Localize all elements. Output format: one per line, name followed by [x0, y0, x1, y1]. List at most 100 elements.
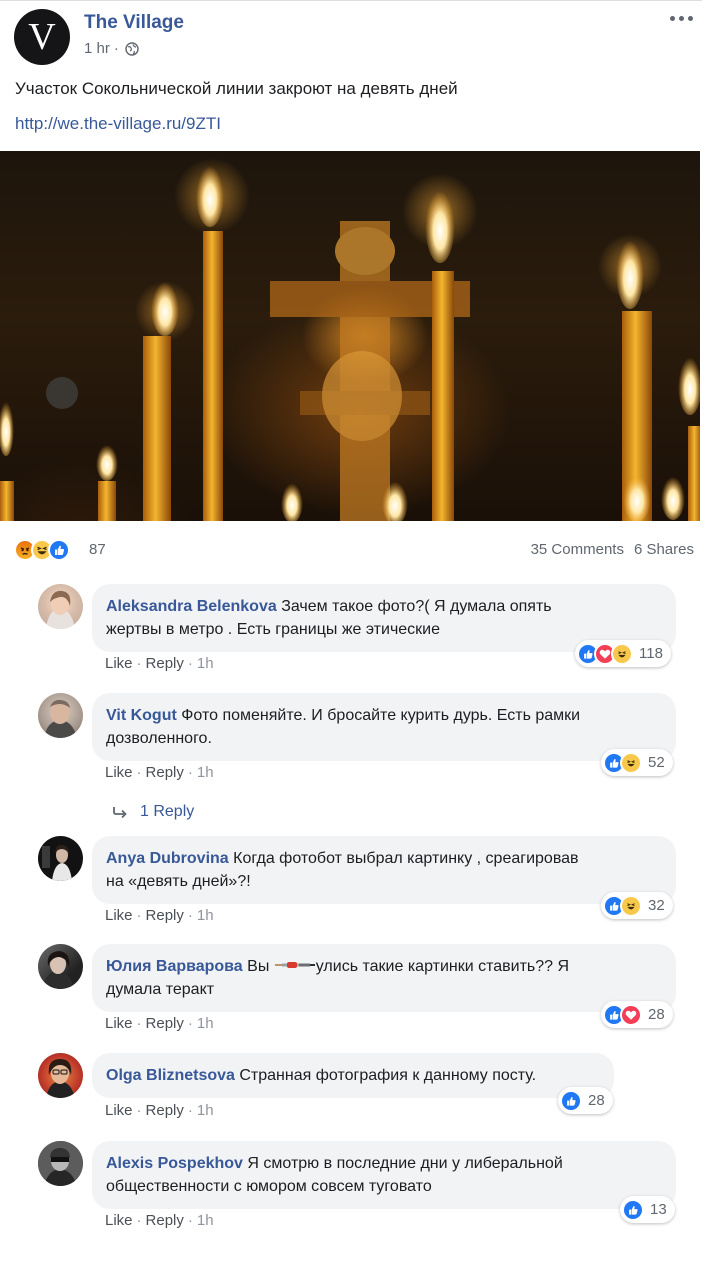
haha-icon	[611, 642, 633, 665]
separator: ·	[187, 1212, 193, 1229]
comment-actions: Like · Reply · 1h	[105, 1015, 214, 1032]
like-icon	[560, 1089, 582, 1112]
replies-count[interactable]: 1 Reply	[140, 803, 194, 821]
comment-author[interactable]: Юлия Варварова	[106, 958, 243, 975]
comment-text: Я смотрю в последние дни у либеральной	[247, 1155, 563, 1172]
avatar-letter: V	[28, 16, 56, 58]
reaction-icons[interactable]	[14, 539, 70, 561]
reactions-summary: 87 35 Comments 6 Shares	[14, 537, 694, 563]
engagement-counts: 35 Comments 6 Shares	[531, 541, 694, 558]
reply-link[interactable]: Reply	[146, 764, 184, 781]
avatar[interactable]	[38, 944, 83, 989]
comment-reactions[interactable]: 28	[601, 1001, 673, 1028]
shares-count[interactable]: 6 Shares	[634, 541, 694, 558]
comment-text: Вы	[247, 958, 270, 975]
separator: ·	[187, 764, 193, 781]
reaction-count: 28	[648, 1006, 665, 1023]
avatar[interactable]	[38, 584, 83, 629]
comment: Alexis Pospekhov Я смотрю в последние дн…	[38, 1141, 688, 1236]
comment-actions: Like · Reply · 1h	[105, 1102, 214, 1119]
more-options-icon[interactable]	[670, 11, 696, 25]
comment-reactions[interactable]: 13	[620, 1196, 675, 1223]
reply-link[interactable]: Reply	[146, 1102, 184, 1119]
page-name[interactable]: The Village	[84, 12, 184, 34]
avatar[interactable]	[38, 1141, 83, 1186]
reaction-count: 28	[588, 1092, 605, 1109]
like-icon	[48, 539, 70, 561]
comment-author[interactable]: Anya Dubrovina	[106, 850, 229, 867]
comment-text: жертвы в метро . Есть границы же этическ…	[106, 621, 441, 638]
reply-link[interactable]: Reply	[146, 1212, 184, 1229]
comment-author[interactable]: Aleksandra Belenkova	[106, 598, 277, 615]
comment-text: думала теракт	[106, 981, 215, 998]
globe-icon	[125, 41, 139, 56]
comments-count[interactable]: 35 Comments	[531, 541, 624, 558]
reaction-count: 52	[648, 754, 665, 771]
post-image[interactable]	[0, 151, 700, 521]
comment-reactions[interactable]: 52	[601, 749, 673, 776]
post-time[interactable]: 1 hr	[84, 40, 110, 57]
view-replies-link[interactable]: 1 Reply	[112, 803, 194, 821]
comment-time[interactable]: 1h	[197, 1015, 214, 1032]
comment-time[interactable]: 1h	[197, 655, 214, 672]
comment-text: Фото поменяйте. И бросайте курить дурь. …	[181, 707, 581, 724]
reply-link[interactable]: Reply	[146, 1015, 184, 1032]
post-header: V The Village 1 hr ·	[14, 9, 704, 65]
separator: ·	[136, 1102, 142, 1119]
avatar[interactable]	[38, 693, 83, 738]
comment-bubble: Olga Bliznetsova Странная фотография к д…	[92, 1053, 614, 1098]
love-icon	[620, 1003, 642, 1026]
comment-time[interactable]: 1h	[197, 1212, 214, 1229]
avatar[interactable]	[38, 1053, 83, 1098]
comment: Anya Dubrovina Когда фотобот выбрал карт…	[38, 836, 688, 931]
reaction-count: 13	[650, 1201, 667, 1218]
comment-text: общественности с юмором совсем туговато	[106, 1178, 432, 1195]
separator: ·	[136, 655, 142, 672]
like-link[interactable]: Like	[105, 1212, 133, 1229]
comment-reactions[interactable]: 28	[558, 1087, 613, 1114]
reaction-count[interactable]: 87	[89, 541, 106, 558]
comment-author[interactable]: Olga Bliznetsova	[106, 1067, 235, 1084]
comment-text: улись такие картинки ставить?? Я	[315, 958, 570, 975]
comment-bubble: Anya Dubrovina Когда фотобот выбрал карт…	[92, 836, 676, 904]
reaction-count: 32	[648, 897, 665, 914]
reaction-count: 118	[639, 645, 663, 662]
comment-reactions[interactable]: 32	[601, 892, 673, 919]
comment-author[interactable]: Alexis Pospekhov	[106, 1155, 243, 1172]
comment-bubble: Vit Kogut Фото поменяйте. И бросайте кур…	[92, 693, 676, 761]
comment-time[interactable]: 1h	[197, 764, 214, 781]
comment-actions: Like · Reply · 1h	[105, 907, 214, 924]
separator: ·	[136, 1212, 142, 1229]
like-link[interactable]: Like	[105, 907, 133, 924]
post-link[interactable]: http://we.the-village.ru/9ZTI	[15, 114, 221, 134]
separator: ·	[136, 907, 142, 924]
comment: Aleksandra Belenkova Зачем такое фото?( …	[38, 584, 688, 679]
reply-link[interactable]: Reply	[146, 907, 184, 924]
comment-actions: Like · Reply · 1h	[105, 764, 214, 781]
emoji-icon	[274, 962, 315, 968]
comment-author[interactable]: Vit Kogut	[106, 707, 177, 724]
like-link[interactable]: Like	[105, 655, 133, 672]
reply-arrow-icon	[113, 807, 127, 818]
like-icon	[622, 1198, 644, 1221]
comment-text: Зачем такое фото?( Я думала опять	[281, 598, 552, 615]
separator: ·	[187, 907, 193, 924]
comment-actions: Like · Reply · 1h	[105, 1212, 214, 1229]
like-link[interactable]: Like	[105, 764, 133, 781]
reply-link[interactable]: Reply	[146, 655, 184, 672]
comment-bubble: Юлия Варварова Вы улись такие картинки с…	[92, 944, 676, 1012]
top-divider	[0, 0, 702, 3]
like-link[interactable]: Like	[105, 1102, 133, 1119]
comment-time[interactable]: 1h	[197, 907, 214, 924]
comment: Юлия Варварова Вы улись такие картинки с…	[38, 944, 688, 1039]
comment-reactions[interactable]: 118	[575, 640, 671, 667]
separator: ·	[136, 1015, 142, 1032]
comment: Olga Bliznetsova Странная фотография к д…	[38, 1053, 688, 1128]
comment-time[interactable]: 1h	[197, 1102, 214, 1119]
page-avatar[interactable]: V	[14, 9, 70, 65]
like-link[interactable]: Like	[105, 1015, 133, 1032]
separator: ·	[187, 655, 193, 672]
comment-text: на «девять дней»?!	[106, 873, 251, 890]
comment: Vit Kogut Фото поменяйте. И бросайте кур…	[38, 693, 688, 788]
avatar[interactable]	[38, 836, 83, 881]
